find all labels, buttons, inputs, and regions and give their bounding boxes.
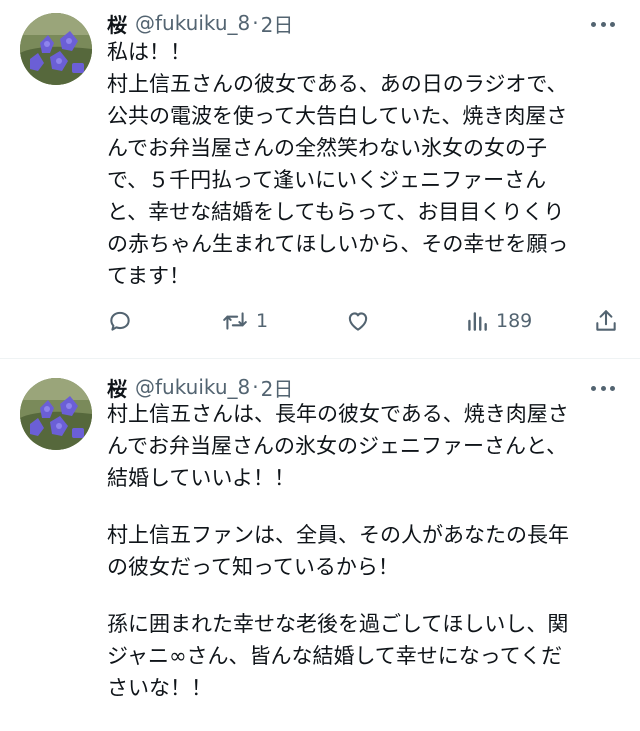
author-handle[interactable]: @fukuiku_8 xyxy=(135,375,250,399)
retweet-button[interactable]: 1 xyxy=(220,304,268,338)
tweet-text-line: さいな！！ xyxy=(107,676,212,700)
more-options-icon[interactable] xyxy=(588,14,618,34)
retweet-count: 1 xyxy=(256,310,269,332)
tweet-1[interactable]: 桜 @fukuiku_8 · 2日 私は！！ 村上信五さんの彼女である、あの日の… xyxy=(0,0,640,358)
tweet-text-line: 村上信五さんは、長年の彼女である、焼き肉屋さ xyxy=(107,402,569,426)
tweet-text-line: ジャニ∞さん、皆んな結婚して幸せになってくだ xyxy=(107,644,563,668)
avatar[interactable] xyxy=(20,378,92,450)
tweet-header: 桜 @fukuiku_8 · 2日 xyxy=(107,8,293,38)
views-count: 189 xyxy=(496,310,533,332)
tweet-text: 村上信五さんは、長年の彼女である、焼き肉屋さ んでお弁当屋さんの氷女のジェニファ… xyxy=(107,398,622,704)
tweet-text-line: んでお弁当屋さんの氷女のジェニファーさんと、 xyxy=(107,434,568,458)
timestamp[interactable]: 2日 xyxy=(261,9,294,38)
more-options-icon[interactable] xyxy=(588,378,618,398)
reply-button[interactable] xyxy=(107,304,139,338)
tweet-text-line: 結婚していいよ！！ xyxy=(107,466,295,490)
tweet-actions: 1 189 xyxy=(107,304,622,338)
author-name[interactable]: 桜 xyxy=(107,9,127,38)
tweet-text-line: と、幸せな結婚をしてもらって、お目目くりくり xyxy=(107,200,565,224)
tweet-text-line: で、５千円払って逢いにいくジェニファーさん xyxy=(107,168,547,192)
like-icon xyxy=(348,312,368,331)
bellflower-avatar-image xyxy=(20,13,92,85)
tweet-text-line: てます！ xyxy=(107,264,190,288)
tweet-text-line: の赤ちゃん生まれてほしいから、その幸せを願っ xyxy=(107,232,569,256)
retweet-icon xyxy=(223,312,247,330)
bellflower-avatar-image xyxy=(20,378,92,450)
tweet-text-line: の彼女だって知っているから！ xyxy=(107,555,399,579)
tweet-text-line: 村上信五ファンは、全員、その人があなたの長年 xyxy=(107,523,569,547)
separator-dot: · xyxy=(252,375,259,399)
share-button[interactable] xyxy=(593,304,619,338)
tweet-text-line: んでお弁当屋さんの全然笑わない氷女の女の子 xyxy=(107,136,547,160)
share-icon xyxy=(596,310,616,331)
views-icon xyxy=(468,312,487,331)
tweet-text-line: 孫に囲まれた幸せな老後を過ごしてほしいし、関 xyxy=(107,612,569,636)
like-button[interactable] xyxy=(344,304,378,338)
author-handle[interactable]: @fukuiku_8 xyxy=(135,11,250,35)
avatar[interactable] xyxy=(20,13,92,85)
tweet-2[interactable]: 桜 @fukuiku_8 · 2日 村上信五さんは、長年の彼女である、焼き肉屋さ… xyxy=(0,359,640,731)
tweet-text-line: 村上信五さんの彼女である、あの日のラジオで、 xyxy=(107,72,568,96)
separator-dot: · xyxy=(252,11,259,35)
reply-icon xyxy=(110,311,130,331)
views-button[interactable]: 189 xyxy=(464,304,532,338)
tweet-text-line: 公共の電波を使って大告白していた、焼き肉屋さ xyxy=(107,104,568,128)
tweet-text: 私は！！ 村上信五さんの彼女である、あの日のラジオで、 公共の電波を使って大告白… xyxy=(107,36,622,292)
tweet-text-line: 私は！！ xyxy=(107,40,191,64)
